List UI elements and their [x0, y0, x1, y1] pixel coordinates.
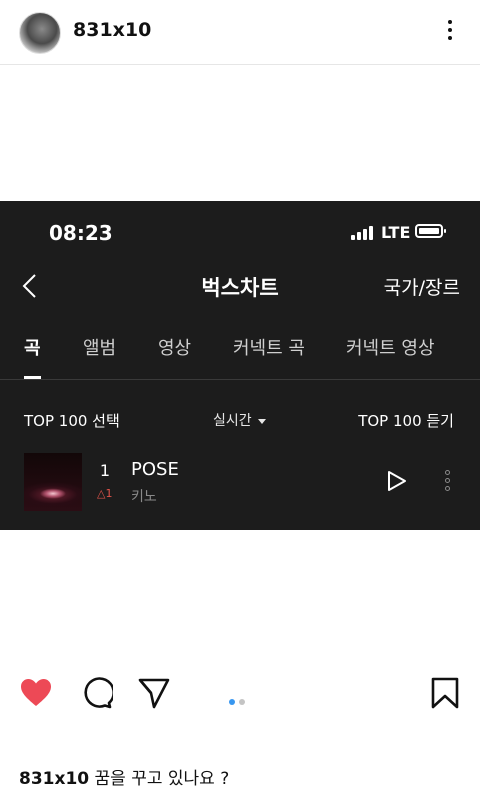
carousel-dot [239, 699, 245, 705]
carousel-indicator [229, 690, 249, 705]
status-time: 08:23 [49, 221, 113, 245]
bookmark-icon[interactable] [428, 676, 462, 710]
play-icon[interactable] [386, 469, 408, 493]
comment-icon[interactable] [79, 676, 113, 710]
track-more-icon[interactable] [441, 467, 453, 495]
tab-videos[interactable]: 영상 [158, 334, 191, 360]
top100-listen-button[interactable]: TOP 100 듣기 [358, 410, 454, 431]
period-label: 실시간 [213, 413, 252, 429]
chart-tabs: 곡 앨범 영상 커넥트 곡 커넥트 영상 [0, 331, 480, 380]
period-dropdown[interactable]: 실시간 [213, 410, 266, 430]
post-username[interactable]: 831x10 [73, 19, 151, 41]
tab-connect-songs[interactable]: 커넥트 곡 [233, 334, 305, 360]
tab-songs[interactable]: 곡 [24, 334, 41, 360]
rank-change: △1 [97, 487, 112, 500]
avatar[interactable] [19, 12, 61, 54]
track-row[interactable]: 1 △1 POSE 키노 [0, 453, 480, 513]
signal-icon [351, 226, 375, 240]
tab-connect-videos[interactable]: 커넥트 영상 [346, 334, 435, 360]
post-image[interactable]: 08:23 LTE 벅스차트 국가/장르 곡 앨범 영상 커넥트 곡 커넥트 영… [0, 201, 480, 530]
caret-down-icon [257, 418, 266, 424]
more-options-icon[interactable] [438, 16, 462, 48]
heart-icon[interactable] [19, 676, 53, 710]
top100-select-button[interactable]: TOP 100 선택 [24, 410, 120, 431]
tab-albums[interactable]: 앨범 [83, 334, 116, 360]
caption-text: 꿈을 꾸고 있나요 ? [94, 769, 230, 789]
album-art[interactable] [24, 453, 82, 511]
caption-username[interactable]: 831x10 [19, 769, 89, 789]
track-title[interactable]: POSE [131, 459, 179, 480]
post-header: 831x10 [0, 0, 480, 65]
track-artist[interactable]: 키노 [131, 486, 157, 506]
rank-change-value: 1 [105, 487, 113, 500]
battery-icon [415, 224, 446, 238]
active-tab-indicator [24, 376, 41, 379]
post-caption: 831x10 꿈을 꾸고 있나요 ? [19, 764, 229, 789]
track-rank: 1 [99, 461, 111, 480]
share-icon[interactable] [137, 676, 171, 710]
network-label: LTE [381, 223, 411, 242]
carousel-dot-active [229, 699, 235, 705]
country-genre-link[interactable]: 국가/장르 [384, 273, 460, 300]
